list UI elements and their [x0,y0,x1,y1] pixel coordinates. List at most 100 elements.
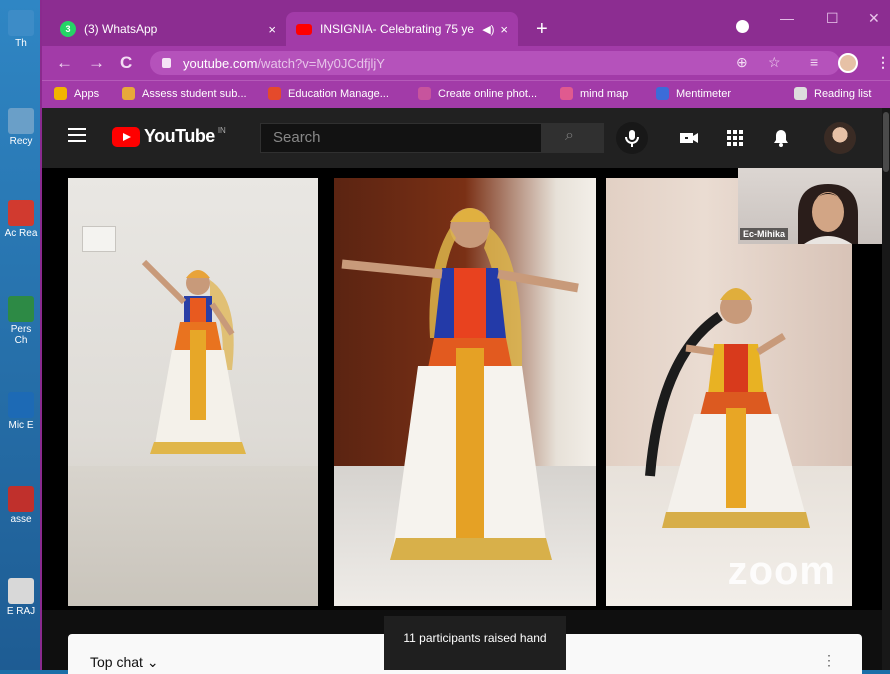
install-app-icon[interactable]: ⊕ [736,54,748,71]
tab-title: (3) WhatsApp [84,22,158,36]
video-tile-left [68,178,318,606]
tab-youtube[interactable]: INSIGNIA- Celebrating 75 ye ◀) × [286,12,518,46]
bookmark-star-icon[interactable]: ☆ [768,54,781,71]
bookmark-favicon-icon [122,87,135,100]
bookmark-favicon-icon [54,87,67,100]
profile-dropdown-icon[interactable] [736,20,749,33]
minimize-button[interactable]: — [780,10,794,26]
desktop-shortcut[interactable]: Recy [4,108,38,147]
top-chat-label: Top chat [90,654,143,670]
bookmark-favicon-icon [560,87,573,100]
top-chat-dropdown[interactable]: Top chat ⌄ [90,654,159,671]
create-video-icon[interactable] [678,127,700,149]
shortcut-icon [8,578,34,604]
shortcut-icon [8,392,34,418]
video-tile-center [334,178,596,606]
close-tab-icon[interactable]: × [268,22,276,37]
bookmarks-bar: Apps Assess student sub... Education Manag… [42,80,890,108]
youtube-play-icon [112,126,140,147]
bookmark-favicon-icon [656,87,669,100]
shortcut-label: Mic E [8,420,34,431]
url-path: /watch?v=My0JCdfjljY [257,55,385,71]
raised-hand-notification: 11 participants raised hand [384,616,566,670]
participant-name: Ec-Mihika [740,228,789,240]
bookmark-label: Reading list [814,87,872,100]
desktop-shortcut[interactable]: Pers Ch [4,296,38,346]
apps-grid-icon[interactable] [724,127,746,149]
floor [68,466,318,606]
forward-button[interactable]: → [88,53,105,73]
shortcut-icon [8,486,34,512]
desktop-shortcut[interactable]: Mic E [4,392,38,431]
account-avatar[interactable] [824,122,856,154]
shortcut-label: E RAJ [6,606,36,617]
dancer-figure [645,288,810,528]
desktop-background: Th Recy Ac Rea Pers Ch Mic E asse E RAJ [0,0,40,670]
chevron-down-icon: ⌄ [146,654,159,670]
below-player-area: Top chat ⌄ ⋮ 11 participants raised hand [42,610,890,674]
bookmark-label: Assess student sub... [142,87,247,100]
notifications-bell-icon[interactable] [770,127,792,149]
tab-title: INSIGNIA- Celebrating 75 ye [320,22,475,36]
bookmark-favicon-icon [268,87,281,100]
zoom-watermark: zoom [727,549,836,593]
participant-camera-tile: Ec-Mihika [738,168,888,244]
bookmark-item[interactable]: mind map [560,87,628,100]
back-button[interactable]: ← [56,53,73,73]
url-host: youtube.com [183,55,258,71]
bookmark-item[interactable]: Reading list [794,87,871,100]
shortcut-icon [8,296,34,322]
search-icon: ⌕ [565,127,574,144]
desktop-shortcut[interactable]: Th [4,10,38,49]
youtube-logo-text: YouTube [144,126,215,146]
bookmark-label: Education Manage... [288,87,389,100]
tab-whatsapp[interactable]: 3 (3) WhatsApp × [50,12,286,46]
bookmark-label: Mentimeter [676,87,732,100]
video-player[interactable]: zoom Ec-Mihika [42,168,890,610]
shortcut-label: Pers Ch [10,324,32,346]
media-queue-icon[interactable]: ≡ [810,54,818,70]
lock-icon [162,58,171,68]
new-tab-button[interactable]: + [536,18,548,41]
address-bar-row: ← → C youtube.com /watch?v=My0JCdfjljY ⊕… [42,46,890,80]
voice-search-button[interactable] [616,122,648,154]
chat-menu-icon[interactable]: ⋮ [822,652,836,669]
dancer-figure [341,208,579,560]
search-input[interactable]: Search [260,123,542,153]
bookmark-label: Apps [74,87,100,100]
bookmark-favicon-icon [418,87,431,100]
bookmark-item[interactable]: Assess student sub... [122,87,247,100]
menu-hamburger-icon[interactable] [68,128,86,142]
browser-window: 3 (3) WhatsApp × INSIGNIA- Celebrating 7… [40,0,890,674]
bookmark-item[interactable]: Create online phot... [418,87,537,100]
youtube-favicon-icon [296,23,312,35]
youtube-header: YouTube IN Search ⌕ [42,108,890,168]
desktop-shortcut[interactable]: asse [4,486,38,525]
profile-avatar[interactable] [838,53,858,73]
close-tab-icon[interactable]: × [500,22,508,37]
audio-playing-icon[interactable]: ◀) [482,23,494,36]
country-code: IN [217,126,226,135]
bookmark-item[interactable]: Apps [54,87,99,100]
shortcut-label: Ac Rea [4,228,38,239]
desktop-shortcut[interactable]: Ac Rea [4,200,38,239]
close-window-button[interactable]: ✕ [868,10,880,27]
desktop-shortcut[interactable]: E RAJ [4,578,38,617]
scrollbar-thumb[interactable] [883,112,889,172]
bookmark-item[interactable]: Education Manage... [268,87,389,100]
youtube-logo[interactable]: YouTube IN [112,126,226,147]
maximize-button[interactable]: ☐ [826,10,839,27]
page-scrollbar[interactable] [882,108,890,670]
shortcut-icon [8,200,34,226]
bookmark-favicon-icon [794,87,807,100]
shortcut-icon [8,108,34,134]
bookmark-item[interactable]: Mentimeter [656,87,731,100]
microphone-icon [625,130,639,147]
shortcut-label: asse [10,514,32,525]
search-button[interactable]: ⌕ [542,123,604,153]
wall-switch [82,226,116,252]
tab-bar: 3 (3) WhatsApp × INSIGNIA- Celebrating 7… [42,0,890,46]
browser-menu-icon[interactable]: ⋮ [876,54,890,71]
shortcut-label: Recy [9,136,33,147]
reload-button[interactable]: C [120,53,132,73]
